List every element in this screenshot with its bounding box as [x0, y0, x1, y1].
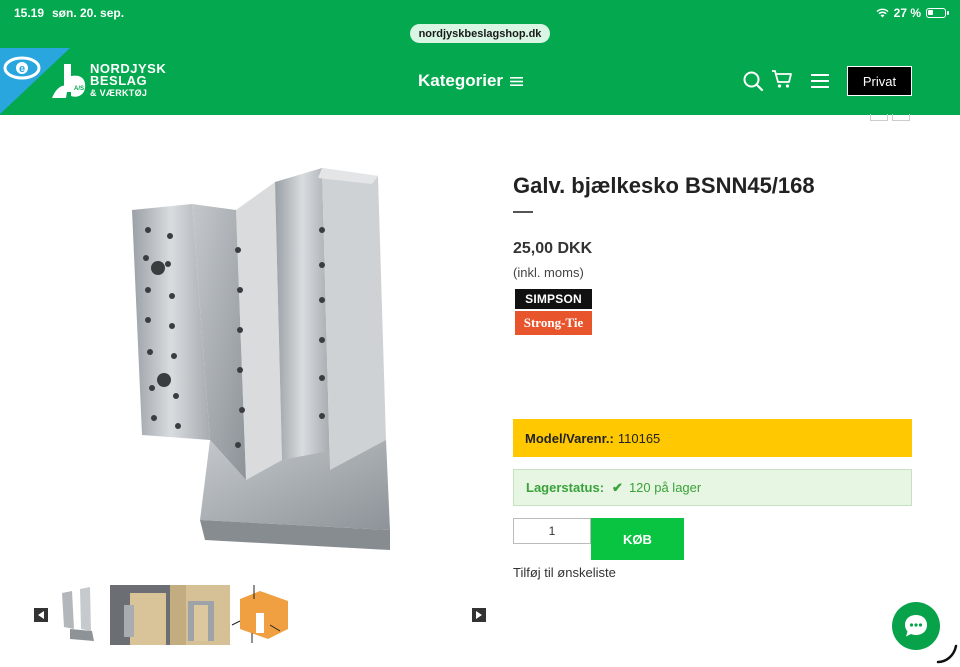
- model-value: 110165: [617, 430, 661, 446]
- logo-line-3: & VÆRKTØJ: [90, 88, 148, 98]
- logo-text: NORDJYSK BESLAG & VÆRKTØJ: [90, 62, 166, 99]
- address-bar[interactable]: nordjyskbeslagshop.dk: [410, 24, 550, 43]
- product-title: Galv. bjælkesko BSNN45/168: [513, 173, 815, 198]
- thumbnail-2[interactable]: [110, 585, 170, 645]
- logo-line-2: BESLAG: [90, 73, 148, 88]
- site-logo[interactable]: A/S NORDJYSK BESLAG & VÆRKTØJ: [52, 62, 166, 100]
- thumbnail-strip: [50, 585, 290, 645]
- battery-icon: [926, 8, 949, 18]
- battery-percent: 27 %: [893, 6, 921, 20]
- hamburger-small-icon: [510, 76, 524, 86]
- brand-logo-top: SIMPSON: [515, 289, 592, 309]
- title-divider: [513, 211, 533, 213]
- thumbnail-next-button[interactable]: [472, 608, 486, 622]
- thumbnail-4[interactable]: [230, 585, 290, 645]
- svg-text:e: e: [19, 63, 25, 75]
- page: 15.19 søn. 20. sep. 27 % nordjyskbeslags…: [0, 0, 960, 667]
- logo-badge: A/S: [74, 86, 84, 92]
- view-toggle-right[interactable]: [892, 114, 910, 121]
- status-date: søn. 20. sep.: [52, 6, 125, 20]
- model-label: Model/Varenr.:: [525, 430, 614, 446]
- caret-right-icon: [476, 611, 482, 619]
- header-bar: 15.19 søn. 20. sep. 27 % nordjyskbeslags…: [0, 0, 960, 115]
- thumbnail-1[interactable]: [50, 585, 110, 645]
- cart-icon[interactable]: [771, 68, 793, 90]
- stock-value: 120 på lager: [628, 480, 702, 495]
- brand-logo-bottom: Strong-Tie: [515, 311, 592, 335]
- caret-left-icon: [38, 611, 44, 619]
- checkmark-icon: ✔: [612, 479, 623, 495]
- product-price: 25,00 DKK: [513, 240, 593, 257]
- view-toggle: [870, 114, 910, 121]
- status-indicators: 27 %: [876, 6, 949, 20]
- wifi-icon: [876, 8, 889, 18]
- product-image[interactable]: [60, 140, 480, 570]
- model-number-box: Model/Varenr.: 110165: [513, 419, 912, 457]
- stock-label: Lagerstatus:: [526, 480, 605, 495]
- chat-icon: [905, 615, 927, 637]
- add-to-wishlist-link[interactable]: Tilføj til ønskeliste: [513, 565, 616, 580]
- status-time: 15.19: [14, 6, 45, 20]
- logo-mark-icon: A/S: [52, 64, 86, 98]
- thumbnail-3[interactable]: [170, 585, 230, 645]
- categories-label: Kategorier: [418, 71, 504, 90]
- search-icon[interactable]: [742, 70, 764, 92]
- thumbnail-prev-button[interactable]: [34, 608, 48, 622]
- categories-menu-button[interactable]: Kategorier: [418, 71, 524, 91]
- brand-logo[interactable]: SIMPSON Strong-Tie: [515, 289, 592, 336]
- account-type-button[interactable]: Privat: [847, 66, 912, 96]
- stock-status-box: Lagerstatus: ✔ 120 på lager: [513, 469, 912, 506]
- view-toggle-left[interactable]: [870, 114, 888, 121]
- buy-button[interactable]: KØB: [591, 518, 684, 560]
- vat-note: (inkl. moms): [513, 265, 584, 280]
- quantity-input[interactable]: [513, 518, 591, 544]
- menu-icon[interactable]: [809, 70, 831, 92]
- chat-button[interactable]: [892, 602, 940, 650]
- resize-corner-icon: [936, 644, 958, 664]
